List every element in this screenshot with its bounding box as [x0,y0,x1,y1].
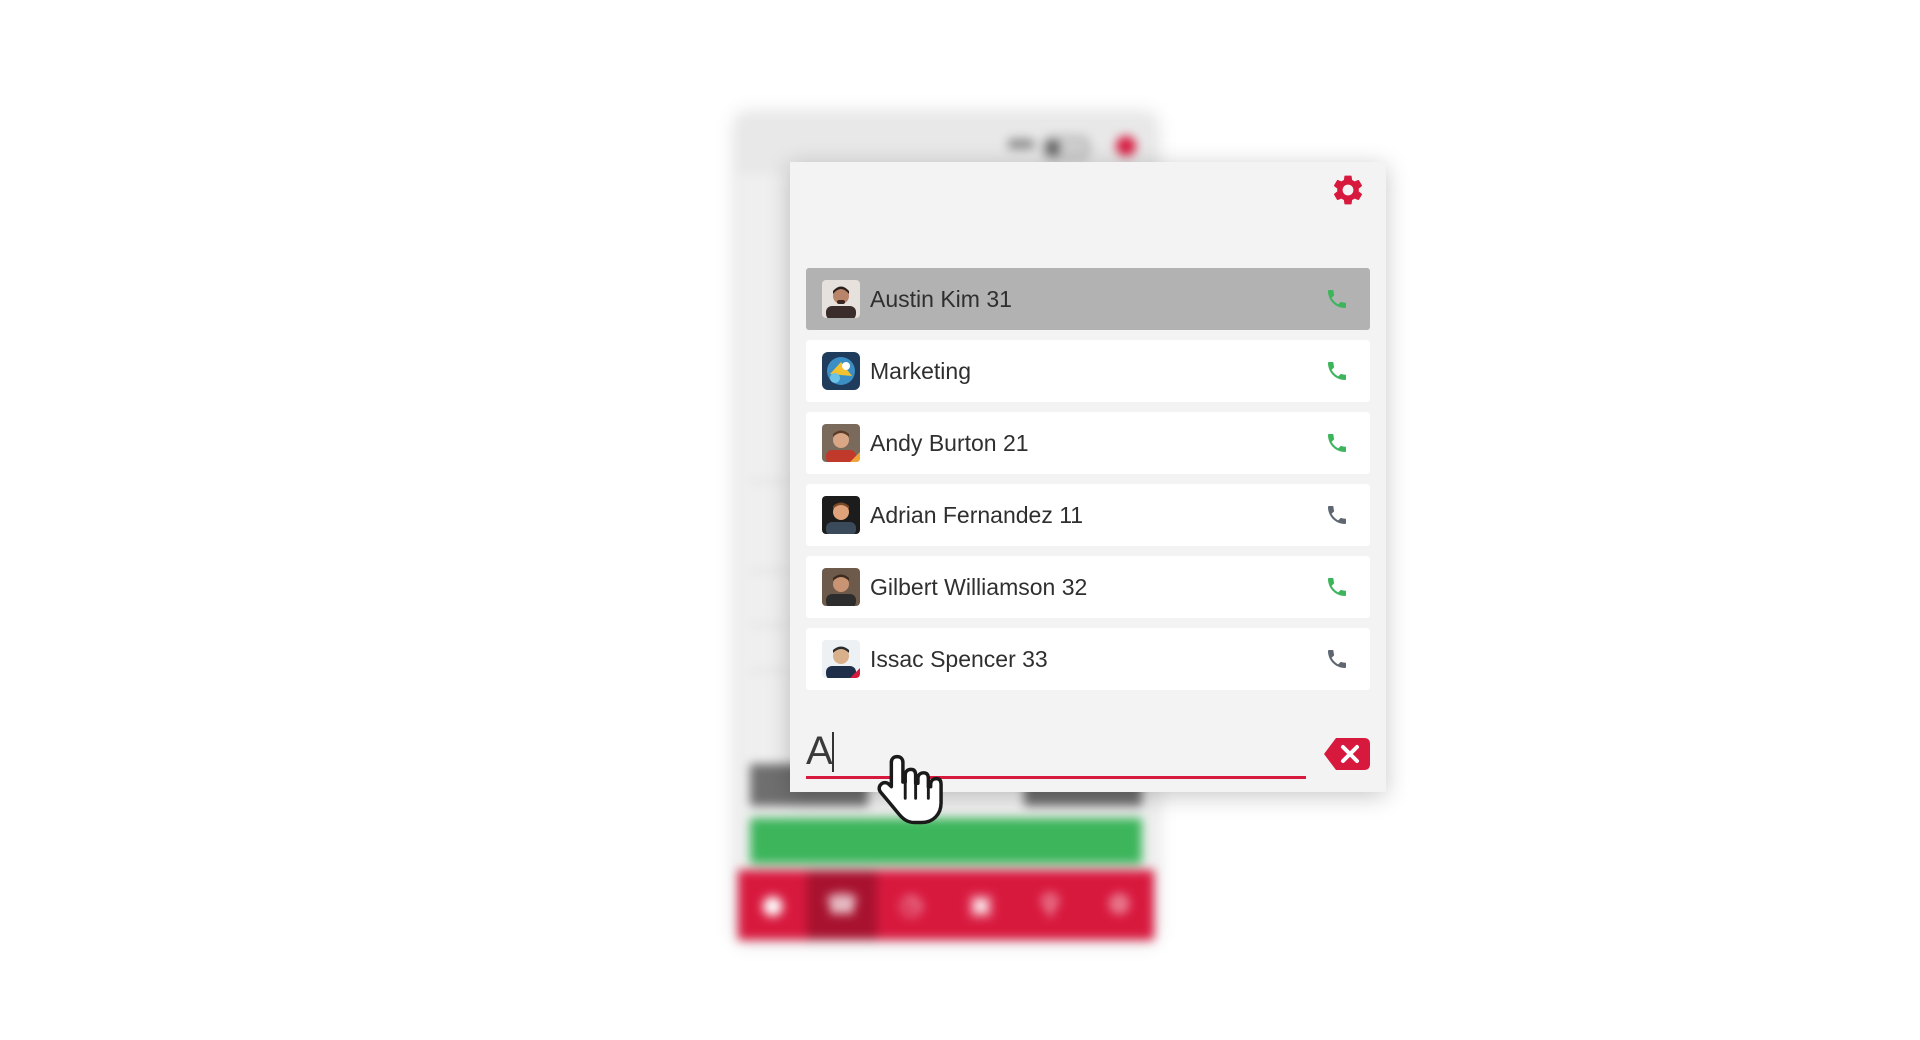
phone-icon [1328,362,1346,380]
background-toggle-label [1008,139,1034,149]
call-button[interactable] [1322,356,1352,386]
background-divider [750,570,790,572]
search-icon: ⚲ [1040,890,1060,920]
contact-list: Austin Kim 31 Marketing Andy Burton 21 A… [806,268,1370,700]
contact-name: Issac Spencer 33 [870,645,1048,672]
gear-icon [1333,175,1363,205]
background-call-button [750,818,1142,864]
phone-icon: ☎ [807,870,877,940]
avatar [822,352,860,390]
contacts-icon: ● [761,890,784,920]
call-button[interactable] [1322,500,1352,530]
contact-row-gilbert-williamson[interactable]: Gilbert Williamson 32 [806,556,1370,618]
phone-icon [1328,506,1346,524]
screen: ● ☎ ◷ ▣ ⚲ ⚙ Austin Kim 31 Marketing Andy… [0,0,1920,1040]
background-nav-bar: ● ☎ ◷ ▣ ⚲ ⚙ [738,870,1154,940]
settings-button[interactable] [1328,170,1368,210]
call-button[interactable] [1322,572,1352,602]
call-button[interactable] [1322,284,1352,314]
contact-search-panel: Austin Kim 31 Marketing Andy Burton 21 A… [790,162,1386,792]
phone-icon [1328,434,1346,452]
contact-row-andy-burton[interactable]: Andy Burton 21 [806,412,1370,474]
search-bar [806,722,1370,782]
background-status-dot [1116,136,1136,156]
contact-row-adrian-fernandez[interactable]: Adrian Fernandez 11 [806,484,1370,546]
call-button[interactable] [1322,428,1352,458]
backspace-icon [1324,738,1370,770]
contact-row-austin-kim[interactable]: Austin Kim 31 [806,268,1370,330]
addressbook-icon: ▣ [968,890,993,920]
search-input[interactable] [806,726,1306,779]
avatar [822,424,860,462]
avatar [822,496,860,534]
call-button[interactable] [1322,644,1352,674]
history-icon: ◷ [899,890,923,920]
contact-name: Gilbert Williamson 32 [870,573,1088,600]
gear-icon: ⚙ [1107,890,1131,920]
background-divider [750,624,790,626]
contact-row-marketing[interactable]: Marketing [806,340,1370,402]
avatar [822,568,860,606]
contact-name: Andy Burton 21 [870,429,1029,456]
phone-icon [1328,578,1346,596]
contact-name: Austin Kim 31 [870,285,1012,312]
background-toggle [1042,136,1090,160]
avatar [822,280,860,318]
contact-row-issac-spencer[interactable]: Issac Spencer 33 [806,628,1370,690]
phone-icon [1328,650,1346,668]
background-divider [750,670,790,672]
phone-icon [1328,290,1346,308]
text-caret [832,732,834,772]
background-divider [750,480,790,482]
contact-name: Adrian Fernandez 11 [870,501,1084,528]
clear-search-button[interactable] [1324,738,1370,770]
avatar [822,640,860,678]
contact-name: Marketing [870,357,971,384]
